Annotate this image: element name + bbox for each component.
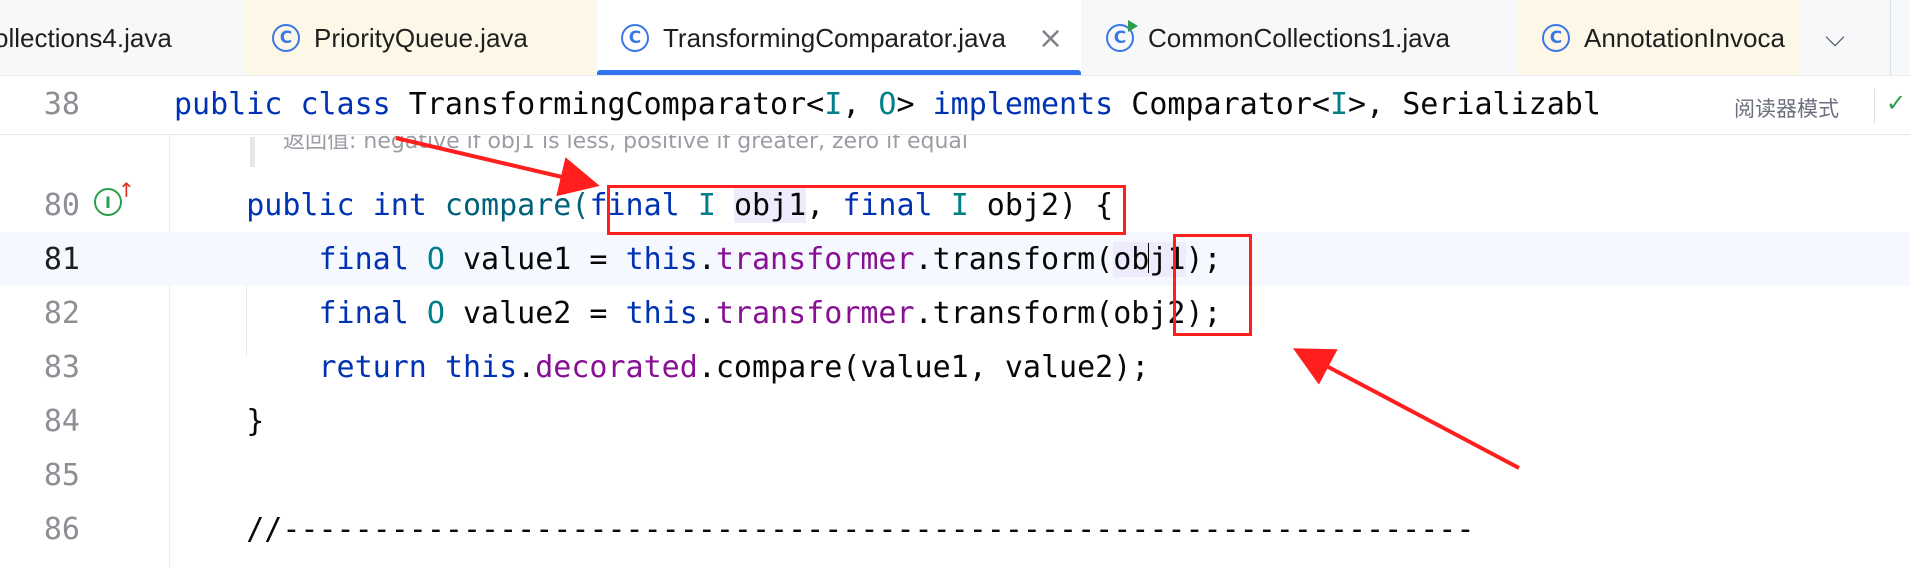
code-line-81[interactable]: 81 final O value1 = this.transformer.tra…: [0, 232, 1910, 286]
tab-priorityqueue[interactable]: C PriorityQueue.java: [244, 0, 596, 75]
code-line-86[interactable]: 86 //-----------------------------------…: [0, 502, 1910, 556]
code-line-83[interactable]: 83 return this.decorated.compare(value1,…: [0, 340, 1910, 394]
code-token: decorated: [535, 350, 698, 385]
run-marker-icon: [1128, 20, 1138, 32]
code-editor[interactable]: 38 public class TransformingComparator<I…: [0, 77, 1910, 568]
code-token: I: [1329, 87, 1349, 122]
code-line: final O value1 = this.transformer.transf…: [174, 242, 1222, 277]
code-token: >: [896, 87, 933, 122]
code-token: public: [246, 188, 355, 223]
code-line: }: [174, 404, 265, 439]
code-token: O: [426, 242, 445, 277]
code-line: public class TransformingComparator<I, O…: [174, 87, 1601, 122]
code-token: value2 =: [444, 296, 626, 331]
java-class-icon: C: [621, 24, 649, 52]
tab-label: PriorityQueue.java: [314, 22, 528, 53]
override-arrow-icon: ↑: [118, 178, 135, 202]
tab-annotationinvocationhandler[interactable]: C AnnotationInvoca: [1518, 0, 1800, 75]
code-token: transformer: [715, 296, 915, 331]
code-token: O: [426, 296, 445, 331]
code-line-85[interactable]: 85: [0, 448, 1910, 502]
code-token: .compare(value1, value2);: [697, 350, 1150, 385]
code-line: final O value2 = this.transformer.transf…: [174, 296, 1222, 331]
code-token: final: [318, 242, 409, 277]
code-token: transformer: [715, 242, 915, 277]
code-line-84[interactable]: 84 }: [0, 394, 1910, 448]
code-token: this: [444, 350, 518, 385]
code-token: .transform(: [914, 242, 1114, 277]
tab-label: ollections4.java: [0, 22, 172, 53]
code-token: .: [697, 242, 716, 277]
code-token: compare(: [426, 188, 590, 223]
code-token-highlight: ob: [1113, 242, 1150, 277]
code-token: .: [517, 350, 536, 385]
code-token: Comparator<: [1113, 87, 1330, 122]
code-token: I: [824, 87, 843, 122]
annotation-box-arguments: [1173, 234, 1252, 336]
check-icon[interactable]: ✓: [1886, 89, 1906, 117]
code-token: .transform(: [914, 296, 1114, 331]
close-icon[interactable]: ×: [1038, 21, 1063, 56]
chevron-down-icon[interactable]: ⌵: [1800, 0, 1870, 75]
java-runnable-class-icon: C: [1106, 20, 1138, 52]
code-token: int: [372, 188, 427, 223]
code-token: class: [300, 87, 391, 122]
code-token: .: [697, 296, 716, 331]
reader-mode-button[interactable]: 阅读器模式: [1734, 93, 1839, 123]
java-class-icon: C: [1542, 24, 1570, 52]
tab-transformingcomparator[interactable]: C TransformingComparator.java ×: [597, 0, 1081, 75]
line-number: 84: [43, 404, 80, 439]
tab-bar-divider: [1872, 0, 1910, 75]
tab-commoncollections1[interactable]: C CommonCollections1.java: [1082, 0, 1516, 75]
code-line-82[interactable]: 82 final O value2 = this.transformer.tra…: [0, 286, 1910, 340]
tab-label: CommonCollections1.java: [1148, 22, 1451, 53]
code-token: this: [625, 242, 698, 277]
tab-label: AnnotationInvoca: [1584, 22, 1785, 53]
code-token: TransformingComparator<: [390, 87, 825, 122]
code-token: O: [878, 87, 897, 122]
code-token: final: [318, 296, 409, 331]
code-token: return: [318, 350, 427, 385]
code-token: implements: [932, 87, 1114, 122]
line-number: 38: [43, 87, 80, 122]
editor-tab-bar: ollections4.java C PriorityQueue.java C …: [0, 0, 1910, 76]
code-line-comment: //--------------------------------------…: [174, 512, 1475, 547]
sticky-class-header[interactable]: 38 public class TransformingComparator<I…: [0, 77, 1910, 135]
code-token: public: [174, 87, 283, 122]
line-number: 83: [43, 350, 80, 385]
tab-commoncollections4[interactable]: ollections4.java: [0, 0, 242, 75]
tab-label: TransformingComparator.java: [663, 22, 1006, 53]
code-token: this: [625, 296, 698, 331]
annotation-box-parameters: [607, 185, 1126, 235]
line-number: 85: [43, 458, 80, 493]
code-token: >, Serializabl: [1348, 87, 1601, 122]
java-class-icon: C: [272, 24, 300, 52]
line-number: 86: [43, 512, 80, 547]
code-token: value1 =: [444, 242, 626, 277]
toolbar-divider: [1874, 89, 1875, 123]
code-token: ,: [842, 87, 879, 122]
doc-comment-bar: [250, 137, 255, 167]
code-line: return this.decorated.compare(value1, va…: [174, 350, 1150, 385]
